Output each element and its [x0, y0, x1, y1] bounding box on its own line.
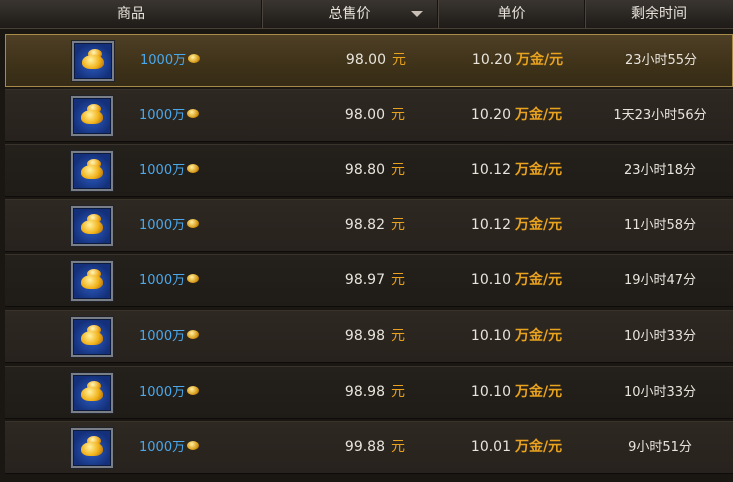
table-row[interactable]: 1000万 98.00 元 10.20 万金/元 1天23小时56分 [5, 89, 733, 142]
gold-ingot-icon[interactable] [71, 428, 113, 468]
unit-price: 10.10 [470, 328, 511, 344]
remaining-time: 23小时18分 [623, 163, 697, 178]
gold-ingot-icon[interactable] [71, 151, 113, 191]
remaining-time: 23小时55分 [624, 53, 698, 68]
unit-price-unit: 万金/元 [515, 272, 563, 288]
table-row[interactable]: 1000万 98.00 元 10.20 万金/元 23小时55分 [5, 34, 733, 87]
item-name: 1000万 [139, 200, 200, 251]
unit-price: 10.12 [470, 217, 511, 233]
unit-price-unit: 万金/元 [515, 107, 563, 123]
item-amount: 1000万 [139, 163, 186, 178]
market-listing-table: 商品 总售价 单价 剩余时间 1000万 98.00 元 10.20 万金/元 23小时5… [0, 0, 733, 482]
unit-price: 10.20 [471, 52, 512, 68]
gold-ingot-icon[interactable] [72, 41, 114, 81]
total-price: 98.98 [344, 328, 385, 344]
ingot-shape [81, 220, 103, 234]
unit-price: 10.10 [470, 384, 511, 400]
unit-price-unit: 万金/元 [515, 217, 563, 233]
unit-price-unit: 万金/元 [515, 162, 563, 178]
table-header: 商品 总售价 单价 剩余时间 [0, 0, 733, 29]
unit-price: 10.20 [470, 107, 511, 123]
gold-ingot-icon[interactable] [71, 317, 113, 357]
table-row[interactable]: 1000万 99.88 元 10.01 万金/元 9小时51分 [5, 421, 733, 474]
item-amount: 1000万 [139, 329, 186, 344]
ingot-shape [81, 442, 103, 456]
gold-coin-icon [187, 386, 200, 395]
ingot-shape [82, 55, 104, 69]
total-price: 98.82 [344, 217, 385, 233]
gold-coin-icon [187, 109, 200, 118]
total-price: 98.00 [344, 107, 385, 123]
total-price: 98.80 [344, 162, 385, 178]
ingot-shape [81, 275, 103, 289]
gold-coin-icon [187, 441, 200, 450]
gold-ingot-icon[interactable] [71, 206, 113, 246]
item-amount: 1000万 [140, 53, 187, 68]
table-row[interactable]: 1000万 98.82 元 10.12 万金/元 11小时58分 [5, 199, 733, 252]
ingot-shape [81, 331, 103, 345]
unit-price: 10.12 [470, 162, 511, 178]
item-name: 1000万 [139, 422, 200, 473]
gold-coin-icon [187, 330, 200, 339]
remaining-time: 10小时33分 [623, 329, 697, 344]
remaining-time: 19小时47分 [623, 273, 697, 288]
table-row[interactable]: 1000万 98.97 元 10.10 万金/元 19小时47分 [5, 254, 733, 307]
item-amount: 1000万 [139, 273, 186, 288]
item-amount: 1000万 [139, 218, 186, 233]
ingot-shape [81, 165, 103, 179]
gold-coin-icon [188, 54, 201, 63]
unit-price-unit: 万金/元 [515, 328, 563, 344]
total-price-unit: 元 [391, 107, 405, 123]
total-price: 98.98 [344, 384, 385, 400]
item-amount: 1000万 [139, 108, 186, 123]
total-price-unit: 元 [392, 52, 406, 68]
item-amount: 1000万 [139, 440, 186, 455]
ingot-shape [81, 387, 103, 401]
unit-price-unit: 万金/元 [515, 384, 563, 400]
total-price-unit: 元 [391, 439, 405, 455]
total-price: 98.00 [345, 52, 386, 68]
total-price-unit: 元 [391, 328, 405, 344]
column-header-remaining-time[interactable]: 剩余时间 [585, 0, 733, 28]
column-header-unit-price[interactable]: 单价 [438, 0, 585, 28]
item-name: 1000万 [139, 90, 200, 141]
column-header-item[interactable]: 商品 [0, 0, 262, 28]
table-row[interactable]: 1000万 98.80 元 10.12 万金/元 23小时18分 [5, 144, 733, 197]
unit-price-unit: 万金/元 [515, 439, 563, 455]
total-price: 99.88 [344, 439, 385, 455]
remaining-time: 9小时51分 [628, 440, 692, 455]
item-name: 1000万 [140, 35, 201, 86]
item-name: 1000万 [139, 311, 200, 362]
remaining-time: 11小时58分 [623, 218, 697, 233]
total-price-unit: 元 [391, 162, 405, 178]
item-name: 1000万 [139, 367, 200, 418]
unit-price: 10.10 [470, 272, 511, 288]
gold-coin-icon [187, 164, 200, 173]
remaining-time: 10小时33分 [623, 385, 697, 400]
gold-ingot-icon[interactable] [71, 373, 113, 413]
sort-descending-icon[interactable] [411, 11, 423, 17]
remaining-time: 1天23小时56分 [613, 108, 707, 123]
table-row[interactable]: 1000万 98.98 元 10.10 万金/元 10小时33分 [5, 310, 733, 363]
table-row[interactable]: 1000万 98.98 元 10.10 万金/元 10小时33分 [5, 366, 733, 419]
ingot-shape [81, 110, 103, 124]
total-price-unit: 元 [391, 217, 405, 233]
gold-coin-icon [187, 219, 200, 228]
item-amount: 1000万 [139, 385, 186, 400]
item-name: 1000万 [139, 255, 200, 306]
total-price-unit: 元 [391, 384, 405, 400]
gold-coin-icon [187, 274, 200, 283]
unit-price-unit: 万金/元 [516, 52, 564, 68]
gold-ingot-icon[interactable] [71, 261, 113, 301]
unit-price: 10.01 [470, 439, 511, 455]
item-name: 1000万 [139, 145, 200, 196]
total-price-unit: 元 [391, 272, 405, 288]
gold-ingot-icon[interactable] [71, 96, 113, 136]
total-price: 98.97 [344, 272, 385, 288]
